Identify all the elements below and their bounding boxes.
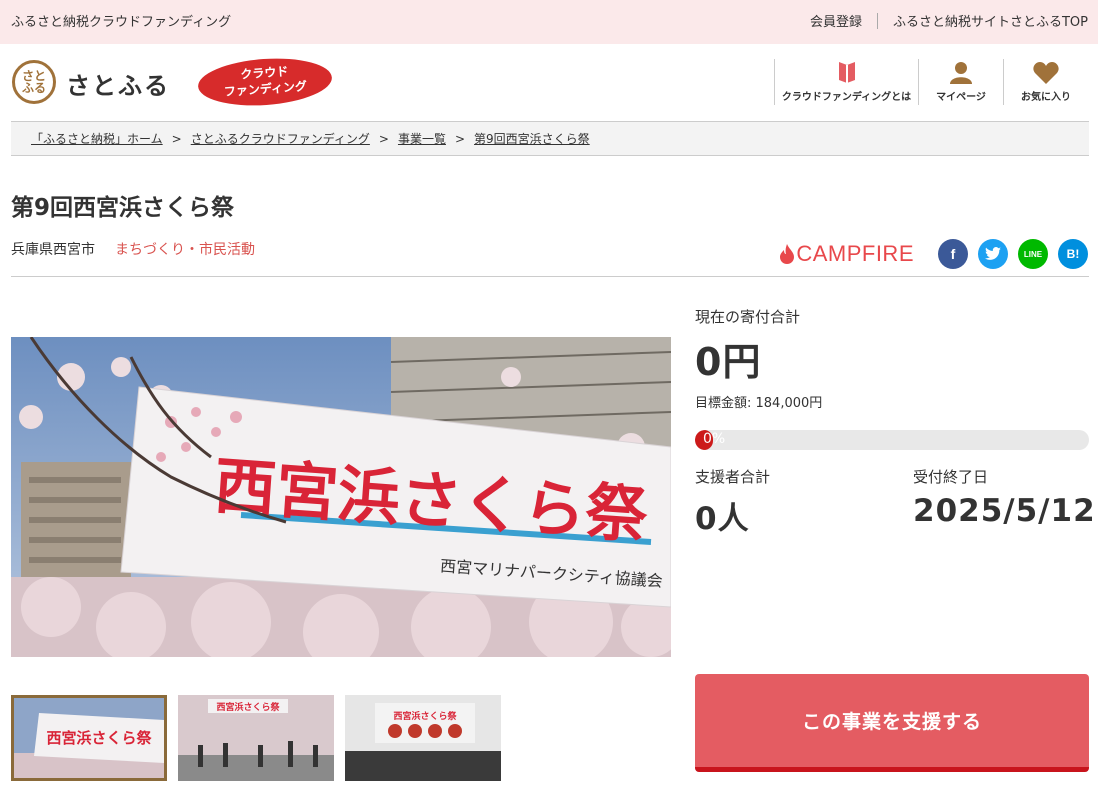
breadcrumb-separator: > (378, 131, 389, 146)
breadcrumb-separator: > (171, 131, 182, 146)
thumbnail-1-image: 西宮浜さくら祭 (14, 698, 164, 778)
thumbnail-3[interactable]: 西宮浜さくら祭 (345, 695, 501, 781)
current-total-label: 現在の寄付合計 (695, 308, 801, 326)
breadcrumb-current[interactable]: 第9回西宮浜さくら祭 (474, 130, 590, 147)
progress-percent: 0% (703, 431, 726, 447)
top-bar: ふるさと納税クラウドファンディング 会員登録 ふるさと納税サイトさとふるTOP (0, 0, 1098, 44)
main-project-image: 西宮浜さくら祭 西宮マリナパークシティ協議会 (11, 337, 671, 657)
thumbnail-3-text: 西宮浜さくら祭 (393, 710, 457, 722)
twitter-icon (985, 247, 1001, 260)
nav-label: クラウドファンディングとは (781, 92, 912, 103)
sakura-festival-banner-photo: 西宮浜さくら祭 西宮マリナパークシティ協議会 (11, 337, 671, 657)
breadcrumb-projects[interactable]: 事業一覧 (398, 130, 446, 147)
thumbnail-1-text: 西宮浜さくら祭 (46, 729, 152, 747)
heart-icon (1033, 62, 1059, 84)
supporters-block: 支援者合計 0人 (695, 466, 770, 538)
flame-icon (780, 244, 795, 264)
breadcrumb: 「ふるさと納税」ホーム > さとふるクラウドファンディング > 事業一覧 > 第… (11, 121, 1089, 156)
deadline-label: 受付終了日 (913, 468, 989, 486)
support-project-button[interactable]: この事業を支援する (695, 674, 1089, 772)
register-link[interactable]: 会員登録 (810, 11, 862, 30)
header: さと ふる さとふる クラウド ファンディング クラウドファンディングとは マイ… (0, 44, 1098, 121)
nav-favorites[interactable]: お気に入り (1003, 59, 1088, 105)
project-meta: 兵庫県西宮市 まちづくり・市民活動 (11, 239, 255, 259)
deadline-value: 2025/5/12 (913, 493, 1096, 529)
breadcrumb-home[interactable]: 「ふるさと納税」ホーム (31, 130, 163, 147)
campfire-logo[interactable]: CAMPFIRE (780, 241, 914, 267)
thumbnail-strip: 西宮浜さくら祭 西宮浜さくら祭 西宮浜さくら祭 (11, 695, 512, 781)
thumbnail-2-text: 西宮浜さくら祭 (216, 701, 280, 713)
breadcrumb-separator: > (454, 131, 466, 146)
breadcrumb-crowdfunding[interactable]: さとふるクラウドファンディング (191, 130, 370, 147)
line-share-button[interactable]: LINE (1018, 239, 1048, 269)
site-title[interactable]: ふるさと納税クラウドファンディング (11, 11, 231, 30)
project-title: 第9回西宮浜さくら祭 (11, 195, 235, 221)
supporters-label: 支援者合計 (695, 468, 771, 486)
nav-mypage[interactable]: マイページ (918, 59, 1003, 105)
stats-row: 支援者合計 0人 受付終了日 2025/5/12 (695, 466, 1096, 538)
satofull-top-link[interactable]: ふるさと納税サイトさとふるTOP (893, 11, 1088, 30)
campfire-label: CAMPFIRE (796, 241, 914, 266)
satofull-logo-mark[interactable]: さと ふる (12, 60, 56, 104)
divider (11, 276, 1089, 277)
satofull-logo-text[interactable]: さとふる (66, 66, 170, 101)
goal-amount: 目標金額: 184,000円 (695, 396, 823, 411)
progress-bar: 0% (695, 430, 1089, 450)
nav-label: お気に入り (1021, 92, 1071, 103)
twitter-share-button[interactable] (978, 239, 1008, 269)
share-bar: CAMPFIRE f LINE B! (780, 239, 1088, 269)
thumbnail-2-image: 西宮浜さくら祭 (178, 695, 334, 781)
hatena-icon: B! (1066, 247, 1080, 261)
project-category[interactable]: まちづくり・市民活動 (115, 239, 255, 259)
book-icon (838, 62, 855, 83)
facebook-share-button[interactable]: f (938, 239, 968, 269)
thumbnail-2[interactable]: 西宮浜さくら祭 (178, 695, 334, 781)
funding-stats: 現在の寄付合計 0円 目標金額: 184,000円 0% 支援者合計 0人 受付… (695, 306, 1096, 538)
thumbnail-3-image: 西宮浜さくら祭 (345, 695, 501, 781)
project-location: 兵庫県西宮市 (11, 242, 95, 258)
hatena-share-button[interactable]: B! (1058, 239, 1088, 269)
header-nav: クラウドファンディングとは マイページ お気に入り (774, 59, 1088, 105)
deadline-block: 受付終了日 2025/5/12 (913, 466, 1096, 538)
thumbnail-1[interactable]: 西宮浜さくら祭 (11, 695, 167, 781)
logo-mark-text: さと ふる (21, 69, 46, 95)
supporters-value: 0人 (695, 501, 750, 537)
facebook-icon: f (950, 246, 956, 262)
top-links: 会員登録 ふるさと納税サイトさとふるTOP (810, 11, 1088, 30)
crowdfunding-badge[interactable]: クラウド ファンディング (196, 54, 334, 110)
line-icon: LINE (1023, 249, 1043, 259)
current-total-amount: 0円 (695, 340, 762, 384)
user-icon (950, 62, 972, 84)
divider (876, 12, 878, 29)
nav-label: マイページ (936, 92, 986, 103)
nav-what-is-crowdfunding[interactable]: クラウドファンディングとは (774, 59, 918, 105)
